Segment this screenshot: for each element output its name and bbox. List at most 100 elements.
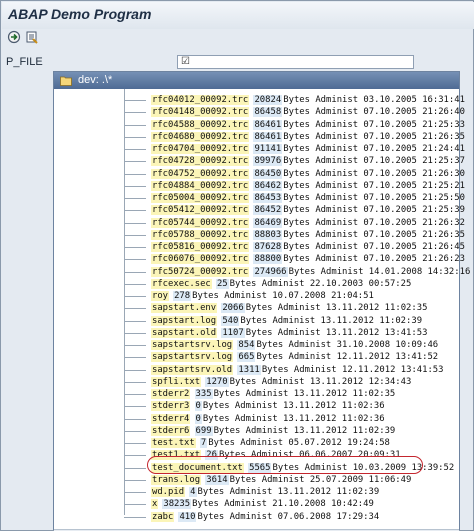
file-size: 1311 bbox=[237, 364, 261, 375]
tree-branch bbox=[124, 198, 146, 199]
file-name: spfli.txt bbox=[151, 376, 202, 387]
file-details: Bytes Administ 13.11.2012 11:02:36 bbox=[202, 413, 385, 424]
execute-icon[interactable] bbox=[7, 30, 21, 44]
file-details: Bytes Administ 07.10.2005 21:25:21 bbox=[283, 180, 465, 191]
file-details: Bytes Administ 07.10.2005 21:26:35 bbox=[283, 131, 465, 142]
tree-branch bbox=[124, 283, 146, 285]
folder-icon bbox=[60, 76, 72, 86]
file-size: 3614 bbox=[205, 474, 229, 485]
tree-branch bbox=[124, 455, 146, 457]
tree-branch bbox=[124, 234, 146, 236]
file-name: sapstart.old bbox=[151, 327, 218, 338]
tree-branch bbox=[124, 271, 146, 273]
file-name: rfc05816_00092.trc bbox=[151, 242, 250, 252]
file-details: Bytes Administ 07.10.2005 21:26:30 bbox=[283, 168, 465, 179]
application-toolbar bbox=[2, 29, 474, 45]
file-details: Bytes Administ 13.11.2012 11:02:35 bbox=[213, 389, 396, 399]
tree-connector bbox=[124, 89, 125, 515]
file-name: sapstart.env bbox=[151, 303, 218, 314]
file-name: rfc05744_00092.trc bbox=[151, 217, 250, 228]
file-details: Bytes Administ 07.10.2005 21:25:37 bbox=[283, 156, 465, 167]
file-name: rfc04012_00092.trc bbox=[151, 95, 250, 105]
tree-branch bbox=[124, 504, 146, 506]
file-size: 2066 bbox=[221, 303, 245, 314]
file-details: Bytes Administ 14.01.2008 14:32:16 bbox=[288, 266, 471, 277]
file-details: Bytes Administ 05.07.2012 19:24:58 bbox=[208, 438, 390, 448]
file-size: 86452 bbox=[253, 205, 283, 216]
file-size: 86462 bbox=[253, 180, 283, 191]
popup-header: dev: .\* bbox=[54, 72, 459, 89]
file-name: rfc04704_00092.trc bbox=[151, 144, 250, 154]
file-size: 25 bbox=[215, 278, 229, 289]
file-details: Bytes Administ 13.11.2012 11:02:35 bbox=[245, 303, 428, 314]
file-name: rfcexec.sec bbox=[151, 278, 212, 289]
title-bar: ABAP Demo Program bbox=[2, 2, 474, 29]
tree-branch bbox=[124, 467, 146, 469]
file-tree: rfc04012_00092.trc 20824 Bytes Administ 0… bbox=[54, 89, 470, 531]
file-details: Bytes Administ 12.11.2012 13:41:52 bbox=[256, 352, 439, 363]
file-details: Bytes Administ 10.07.2008 21:04:51 bbox=[192, 291, 374, 301]
file-name: rfc04588_00092.trc bbox=[151, 119, 250, 130]
tree-branch bbox=[124, 381, 146, 383]
file-size: 89976 bbox=[253, 156, 283, 167]
file-size: 86453 bbox=[253, 193, 283, 203]
tree-branch bbox=[124, 296, 146, 297]
tree-branch bbox=[124, 492, 146, 493]
file-name: sapstartsrv.log bbox=[151, 352, 234, 363]
variant-icon[interactable] bbox=[25, 30, 39, 44]
file-details: Bytes Administ 07.10.2005 21:26:35 bbox=[283, 229, 465, 240]
tree-branch bbox=[124, 112, 146, 114]
file-details: Bytes Administ 07.10.2005 21:26:32 bbox=[283, 217, 465, 228]
file-size: 335 bbox=[194, 389, 213, 399]
file-details: Bytes Administ 07.10.2005 21:26:40 bbox=[283, 107, 465, 118]
p-file-value: ☑ bbox=[181, 56, 190, 67]
file-details: Bytes Administ 21.10.2008 10:42:49 bbox=[192, 499, 374, 510]
p-file-label: P_FILE bbox=[6, 56, 43, 68]
tree-branch bbox=[124, 320, 146, 322]
file-name: x bbox=[151, 499, 159, 510]
file-name: rfc04884_00092.trc bbox=[151, 180, 250, 191]
file-details: Bytes Administ 07.10.2005 21:26:45 bbox=[283, 242, 465, 252]
file-size: 91141 bbox=[253, 144, 283, 154]
file-size: 88803 bbox=[253, 229, 283, 240]
file-size: 0 bbox=[194, 413, 202, 424]
tree-branch bbox=[124, 124, 146, 126]
tree-branch bbox=[124, 210, 146, 212]
tree-branch bbox=[124, 479, 146, 481]
file-details: Bytes Administ 22.10.2003 00:57:25 bbox=[229, 278, 412, 289]
file-name: trans.log bbox=[151, 474, 202, 485]
file-details: Bytes Administ 07.06.2008 17:29:34 bbox=[197, 511, 380, 522]
file-name: zabc bbox=[151, 511, 175, 522]
file-name: rfc05412_00092.trc bbox=[151, 205, 250, 216]
file-name: sapstartsrv.old bbox=[151, 364, 234, 375]
file-name: test.txt bbox=[151, 438, 196, 448]
file-name: rfc06076_00092.trc bbox=[151, 254, 250, 265]
p-file-input[interactable]: ☑ bbox=[177, 55, 414, 69]
file-name: stderr2 bbox=[151, 389, 191, 399]
file-browser-popup: dev: .\* rfc04012_00092.trc 20824 Bytes A… bbox=[53, 71, 470, 531]
selection-parameter-row: P_FILE ☑ bbox=[2, 55, 474, 71]
tree-branch bbox=[124, 345, 146, 346]
file-details: Bytes Administ 31.10.2008 10:09:46 bbox=[256, 340, 439, 350]
file-details: Bytes Administ 03.10.2005 16:31:41 bbox=[283, 95, 465, 105]
tree-branch bbox=[124, 516, 146, 518]
file-size: 274966 bbox=[253, 266, 288, 277]
file-details: Bytes Administ 07.10.2005 21:25:39 bbox=[283, 205, 465, 216]
tree-branch bbox=[124, 357, 146, 359]
file-size: 87628 bbox=[253, 242, 283, 252]
tree-branch bbox=[124, 161, 146, 163]
file-size: 88800 bbox=[253, 254, 283, 265]
tree-branch bbox=[124, 185, 146, 187]
file-size: 540 bbox=[221, 315, 240, 326]
file-size: 86461 bbox=[253, 131, 283, 142]
tree-branch bbox=[124, 406, 146, 408]
file-size: 86450 bbox=[253, 168, 283, 179]
popup-title: dev: .\* bbox=[78, 74, 113, 86]
program-title: ABAP Demo Program bbox=[8, 6, 152, 22]
tree-branch bbox=[124, 222, 146, 224]
file-details: Bytes Administ 07.10.2005 21:24:41 bbox=[283, 144, 465, 154]
sap-window: ABAP Demo Program P_FILE ☑ dev: .\* rfc0… bbox=[0, 0, 474, 531]
file-size: 0 bbox=[194, 401, 202, 412]
tree-branch bbox=[124, 418, 146, 420]
file-name: rfc04752_00092.trc bbox=[151, 168, 250, 179]
